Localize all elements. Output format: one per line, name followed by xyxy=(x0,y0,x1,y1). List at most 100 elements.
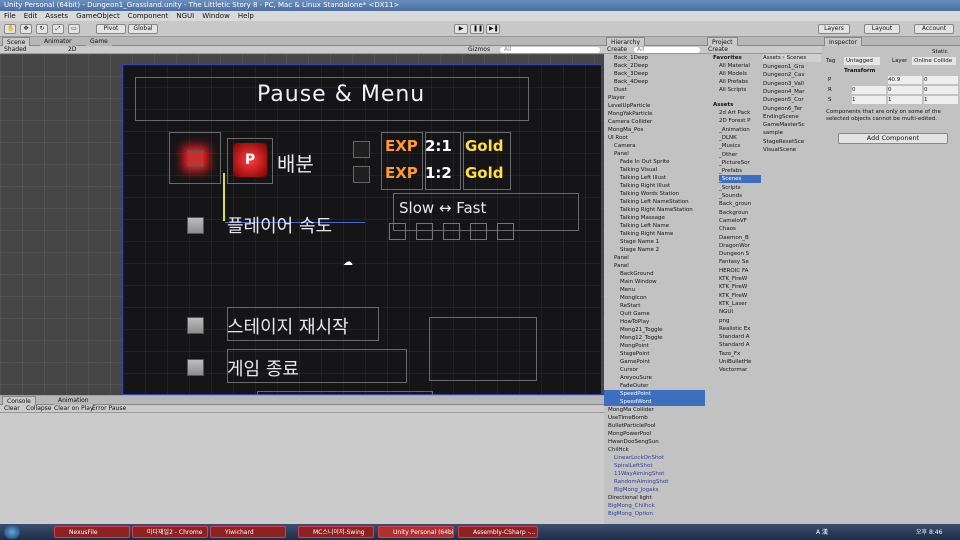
folder-item[interactable]: 2D Forest P xyxy=(719,117,761,125)
menu-help[interactable]: Help xyxy=(238,12,254,20)
ime-indicator[interactable]: A 漢 xyxy=(816,527,828,536)
account-dropdown[interactable]: Account xyxy=(914,24,954,34)
hierarchy-row[interactable]: StagePoint xyxy=(604,350,705,358)
hierarchy-row[interactable]: BigMong_Chilhck xyxy=(604,502,705,510)
tab-animation[interactable]: Animation xyxy=(54,396,93,405)
folder-item[interactable]: Vectormar xyxy=(719,366,761,374)
hierarchy-row[interactable]: SpeedWord xyxy=(604,398,705,406)
scene-file[interactable]: Dungeon1_Gra xyxy=(763,63,821,71)
folder-item[interactable]: HEROIC FA xyxy=(719,267,761,275)
hierarchy-row[interactable]: Directional light xyxy=(604,494,705,502)
folder-item[interactable]: png xyxy=(719,317,761,325)
hierarchy-row[interactable]: MongMa_Pos xyxy=(604,126,705,134)
rotate-tool-icon[interactable]: ↻ xyxy=(36,24,48,34)
hierarchy-row[interactable]: HwanDooSengSun xyxy=(604,438,705,446)
tab-inspector[interactable]: Inspector xyxy=(824,37,862,46)
menu-assets[interactable]: Assets xyxy=(45,12,68,20)
folder-item[interactable]: Realistic Ex xyxy=(719,325,761,333)
add-component-button[interactable]: Add Component xyxy=(838,133,948,144)
menu-component[interactable]: Component xyxy=(128,12,169,20)
hand-tool-icon[interactable]: ✋ xyxy=(4,24,16,34)
folder-item[interactable]: Chaos xyxy=(719,225,761,233)
hierarchy-row[interactable]: MongIcon xyxy=(604,294,705,302)
folder-item[interactable]: KTK_Laser xyxy=(719,300,761,308)
hierarchy-row[interactable]: Camera xyxy=(604,142,705,150)
rotation-x-field[interactable]: 0 xyxy=(852,86,886,94)
taskbar-item-yiwichard[interactable]: Yiwichard xyxy=(210,526,286,538)
tab-game[interactable]: Game xyxy=(86,37,112,46)
hierarchy-row[interactable]: Mong12_Toggle xyxy=(604,334,705,342)
hierarchy-row[interactable]: Talking Left NameStation xyxy=(604,198,705,206)
global-button[interactable]: Global xyxy=(128,24,158,34)
folder-item[interactable]: KTK_FireW xyxy=(719,275,761,283)
hierarchy-row[interactable]: Menu xyxy=(604,286,705,294)
taskbar-item-assembly[interactable]: Assembly-CSharp -... xyxy=(458,526,538,538)
hierarchy-row[interactable]: Back_4Deep xyxy=(604,78,705,86)
scene-file[interactable]: Dungeon4_Mar xyxy=(763,88,821,96)
hierarchy-row[interactable]: Quit Game xyxy=(604,310,705,318)
tag-dropdown[interactable]: Untagged xyxy=(844,57,880,65)
hierarchy-row[interactable]: Cursor xyxy=(604,366,705,374)
tab-scene[interactable]: Scene xyxy=(2,37,31,46)
position-z-field[interactable]: 0 xyxy=(924,76,958,84)
tab-console[interactable]: Console xyxy=(2,396,36,405)
project-create-dropdown[interactable]: Create xyxy=(708,46,728,54)
hierarchy-row[interactable]: UseTimeBomb xyxy=(604,414,705,422)
start-button-icon[interactable] xyxy=(4,525,20,539)
hierarchy-row[interactable]: AreyouSure xyxy=(604,374,705,382)
hierarchy-row[interactable]: Mong21_Toggle xyxy=(604,326,705,334)
scene-file[interactable]: EndingScene xyxy=(763,113,821,121)
hierarchy-row[interactable]: MongPowerPool xyxy=(604,430,705,438)
menu-edit[interactable]: Edit xyxy=(24,12,38,20)
scene-file[interactable]: Dungeon3_Vall xyxy=(763,80,821,88)
hierarchy-row[interactable]: BigMong_Option xyxy=(604,510,705,518)
folder-item[interactable]: Standard A xyxy=(719,341,761,349)
exp-toggle-2[interactable] xyxy=(353,166,370,183)
hierarchy-row[interactable]: Back_1Deep xyxy=(604,54,705,62)
hierarchy-row[interactable]: FadeOuter xyxy=(604,382,705,390)
hierarchy-row[interactable]: Back_3Deep xyxy=(604,70,705,78)
hierarchy-row[interactable]: MongYakParticle xyxy=(604,110,705,118)
hierarchy-row[interactable]: 11WayAimingShot xyxy=(604,470,705,478)
hierarchy-row[interactable]: Talking Visual xyxy=(604,166,705,174)
speed-point-1[interactable] xyxy=(389,223,406,240)
scene-file[interactable]: Dungeon2_Cav xyxy=(763,71,821,79)
scale-x-field[interactable]: 1 xyxy=(852,96,886,104)
hierarchy-row[interactable]: SpeedPoint xyxy=(604,390,705,398)
mong-icon[interactable]: P xyxy=(233,143,267,177)
hierarchy-row[interactable]: Talking Right Illust xyxy=(604,182,705,190)
pivot-button[interactable]: Pivot xyxy=(96,24,126,34)
hierarchy-row[interactable]: Talking Right NameStation xyxy=(604,206,705,214)
folder-item[interactable]: KTK_FireW xyxy=(719,292,761,300)
folder-item[interactable]: _PictureSor xyxy=(719,159,761,167)
hierarchy-row[interactable]: LinearLockOnShot xyxy=(604,454,705,462)
hierarchy-row[interactable]: Dust xyxy=(604,86,705,94)
collapse-button[interactable]: Collapse xyxy=(26,405,52,413)
folder-item[interactable]: _Prefabs xyxy=(719,167,761,175)
tab-animator[interactable]: Animator xyxy=(40,37,76,46)
favorite-item[interactable]: All Models xyxy=(719,70,747,78)
hierarchy-row[interactable]: SpiralLeftShot xyxy=(604,462,705,470)
tab-project[interactable]: Project xyxy=(707,37,738,46)
quit-checkbox[interactable] xyxy=(187,359,204,376)
taskbar-item-nexusfile[interactable]: NexusFile xyxy=(54,526,130,538)
favorites-header[interactable]: Favorites xyxy=(713,54,742,62)
tab-hierarchy[interactable]: Hierarchy xyxy=(606,37,646,46)
taskbar-item-chrome[interactable]: 마다재일2 - Chrome xyxy=(132,526,208,538)
speed-point-3[interactable] xyxy=(443,223,460,240)
play-icon[interactable]: ▶ xyxy=(454,24,468,34)
hierarchy-row[interactable]: Panel xyxy=(604,254,705,262)
favorite-item[interactable]: All Material xyxy=(719,62,750,70)
hierarchy-row[interactable]: BackGround xyxy=(604,270,705,278)
pause-icon[interactable]: ❚❚ xyxy=(470,24,484,34)
hierarchy-row[interactable]: MongPoint xyxy=(604,342,705,350)
speed-point-2[interactable] xyxy=(416,223,433,240)
taskbar-item-swing[interactable]: MC스니이저-Swing xyxy=(298,526,374,538)
hierarchy-row[interactable]: GamePoint xyxy=(604,358,705,366)
hierarchy-row[interactable]: BigMong_Jogaks xyxy=(604,486,705,494)
static-checkbox[interactable]: Static xyxy=(932,48,948,56)
shading-dropdown[interactable]: Shaded xyxy=(4,46,27,54)
hierarchy-row[interactable]: ReStart xyxy=(604,302,705,310)
exp-toggle-1[interactable] xyxy=(353,141,370,158)
hierarchy-row[interactable]: HowToPlay xyxy=(604,318,705,326)
